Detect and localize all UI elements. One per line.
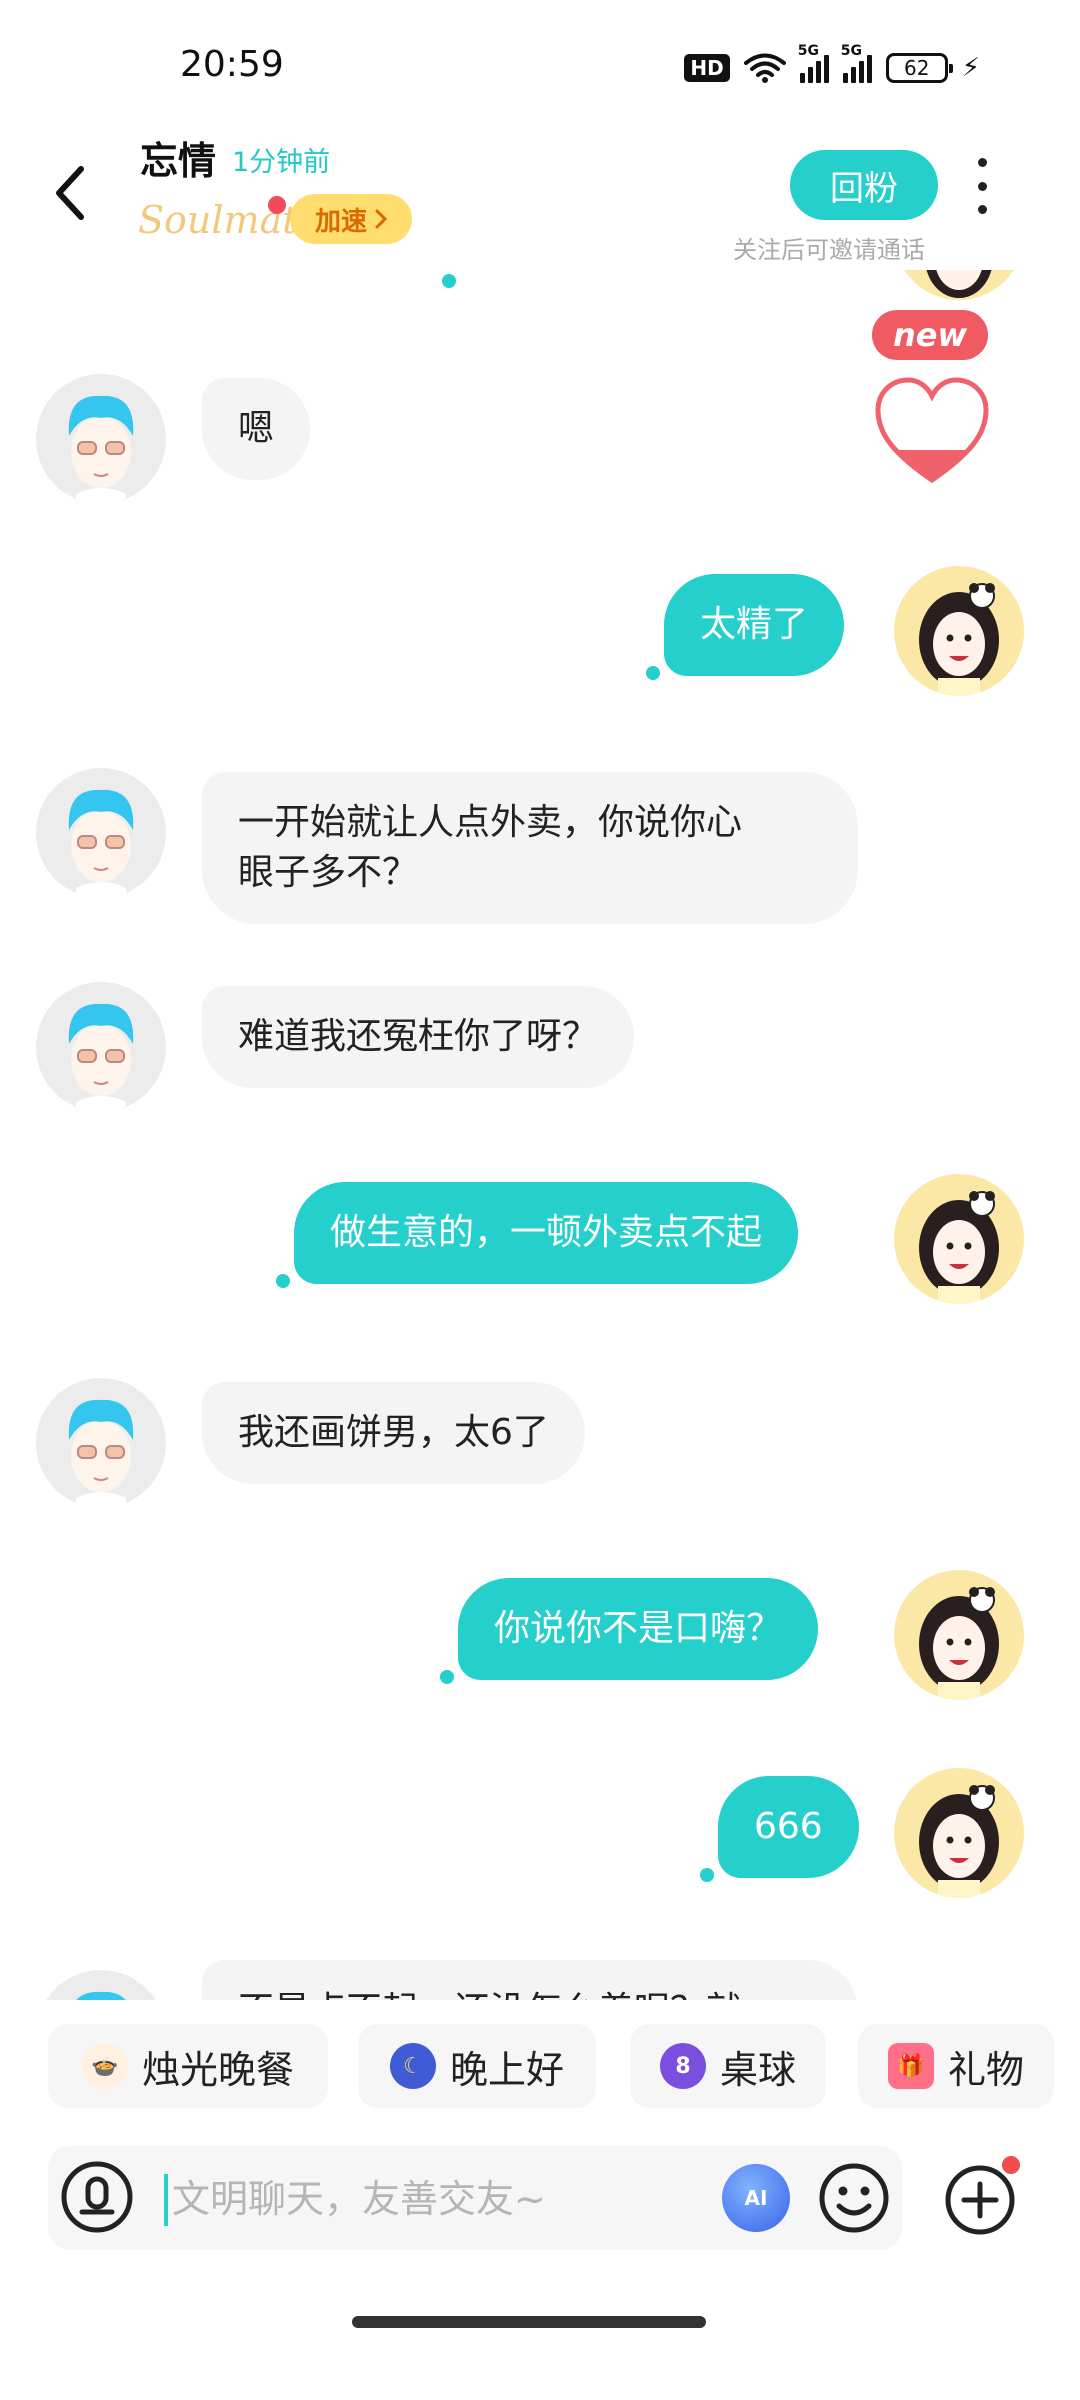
girl-avatar-icon (919, 1785, 999, 1898)
chip-gift[interactable]: 🎁 礼物 (858, 2024, 1054, 2108)
bubble-tail-dot (700, 1868, 714, 1882)
last-seen: 1分钟前 (232, 147, 331, 178)
boy-avatar-icon (68, 1003, 134, 1112)
text-cursor (164, 2174, 168, 2226)
chip-billiards[interactable]: 8 桌球 (630, 2024, 826, 2108)
my-avatar-partial[interactable] (894, 270, 1024, 300)
more-options-button[interactable] (970, 158, 994, 214)
girl-avatar-icon (919, 583, 999, 696)
voice-toggle-icon[interactable] (60, 2160, 134, 2234)
charging-icon: ⚡ (961, 53, 980, 83)
ai-assistant-button[interactable]: AI (722, 2164, 790, 2232)
message-input-bar: AI (48, 2146, 902, 2250)
back-button[interactable] (45, 158, 95, 228)
chevron-right-icon (375, 209, 387, 229)
my-avatar[interactable] (894, 1174, 1024, 1304)
chip-label: 桌球 (719, 2047, 796, 2092)
chip-label: 晚上好 (449, 2047, 564, 2092)
contact-name[interactable]: 忘情 (140, 130, 216, 185)
moon-icon: ☾ (389, 2043, 436, 2089)
boy-avatar-icon (68, 789, 134, 898)
bubble-tail-dot (646, 666, 660, 680)
wifi-icon (743, 53, 786, 83)
chevron-left-icon (56, 166, 84, 220)
message-bubble[interactable]: 我还画饼男，太6了 (202, 1382, 585, 1484)
battery-icon: 62 (885, 53, 953, 83)
home-indicator[interactable] (352, 2316, 706, 2328)
boy-avatar-icon (68, 395, 134, 504)
contact-avatar[interactable] (36, 1970, 166, 2000)
message-line: 一开始就让人点外卖，你说你心 (238, 802, 743, 843)
contact-avatar[interactable] (36, 1378, 166, 1508)
contact-avatar[interactable] (36, 374, 166, 504)
new-badge: new (872, 310, 988, 360)
follow-back-button[interactable]: 回粉 (790, 150, 938, 220)
boy-avatar-icon (68, 1399, 134, 1508)
gift-icon: 🎁 (887, 2043, 934, 2089)
emoji-icon[interactable] (818, 2162, 890, 2234)
message-bubble[interactable]: 一开始就让人点外卖，你说你心 眼子多不？ (202, 772, 858, 924)
heart-icon (875, 377, 989, 484)
message-bubble[interactable]: 难道我还冤枉你了呀？ (202, 986, 635, 1088)
plus-icon[interactable] (944, 2164, 1016, 2236)
notification-dot (268, 196, 286, 214)
speed-up-label: 加速 (314, 206, 367, 237)
contact-avatar[interactable] (36, 982, 166, 1112)
dot (977, 205, 987, 214)
chat-header: 忘情 1分钟前 Soulmate 加速 回粉 关注后可邀请通话 (0, 120, 1080, 270)
signal-icon-2: 5G (841, 43, 872, 83)
message-line: 眼子多不？ (238, 852, 419, 893)
message-input[interactable] (172, 2166, 732, 2232)
quick-reply-chips: 🍲 烛光晚餐 ☾ 晚上好 8 桌球 🎁 礼物 (0, 2010, 1080, 2110)
girl-avatar-icon (926, 270, 992, 298)
contact-avatar[interactable] (36, 768, 166, 898)
chip-candle-dinner[interactable]: 🍲 烛光晚餐 (48, 2024, 328, 2108)
girl-avatar-icon (919, 1191, 999, 1304)
follow-hint: 关注后可邀请通话 (733, 236, 925, 264)
bubble-tail-dot (440, 1670, 454, 1684)
message-bubble[interactable]: 666 (718, 1776, 859, 1878)
my-avatar[interactable] (894, 1768, 1024, 1898)
status-time: 20:59 (180, 44, 284, 85)
message-bubble[interactable]: 不是点不起，还没怎么着呢？就 (202, 1960, 858, 2000)
chip-good-evening[interactable]: ☾ 晚上好 (358, 2024, 596, 2108)
my-avatar[interactable] (894, 566, 1024, 696)
boy-avatar-icon (76, 1991, 126, 2000)
status-bar: 20:59 HD 5G 5G 62 ⚡ (0, 0, 1080, 140)
message-bubble[interactable]: 你说你不是口嗨？ (458, 1578, 819, 1680)
dot (977, 181, 987, 191)
new-heart-widget[interactable]: new (870, 310, 990, 490)
my-avatar[interactable] (894, 1570, 1024, 1700)
bubble-tail-dot (276, 1274, 290, 1288)
message-bubble[interactable]: 太精了 (664, 574, 845, 676)
message-bubble[interactable]: 做生意的，一顿外卖点不起 (294, 1182, 799, 1284)
candle-dinner-icon: 🍲 (81, 2043, 128, 2089)
billiard-ball-icon: 8 (659, 2043, 706, 2089)
hd-voice-icon: HD (684, 54, 730, 82)
speed-up-button[interactable]: 加速 (290, 194, 412, 244)
message-bubble[interactable]: 嗯 (202, 378, 311, 480)
notification-dot (1002, 2156, 1020, 2174)
girl-avatar-icon (919, 1587, 999, 1700)
signal-icon-1: 5G (798, 43, 829, 83)
chip-label: 礼物 (947, 2047, 1024, 2092)
bubble-tail-dot (442, 274, 456, 288)
chat-messages[interactable]: new 嗯 太精了 一开始就让人点外卖，你说你心 眼子多不？ 难道我还冤枉你了呀… (0, 270, 1080, 2000)
chip-label: 烛光晚餐 (141, 2047, 294, 2092)
status-icons: HD 5G 5G 62 ⚡ (684, 43, 980, 84)
dot (977, 158, 987, 167)
